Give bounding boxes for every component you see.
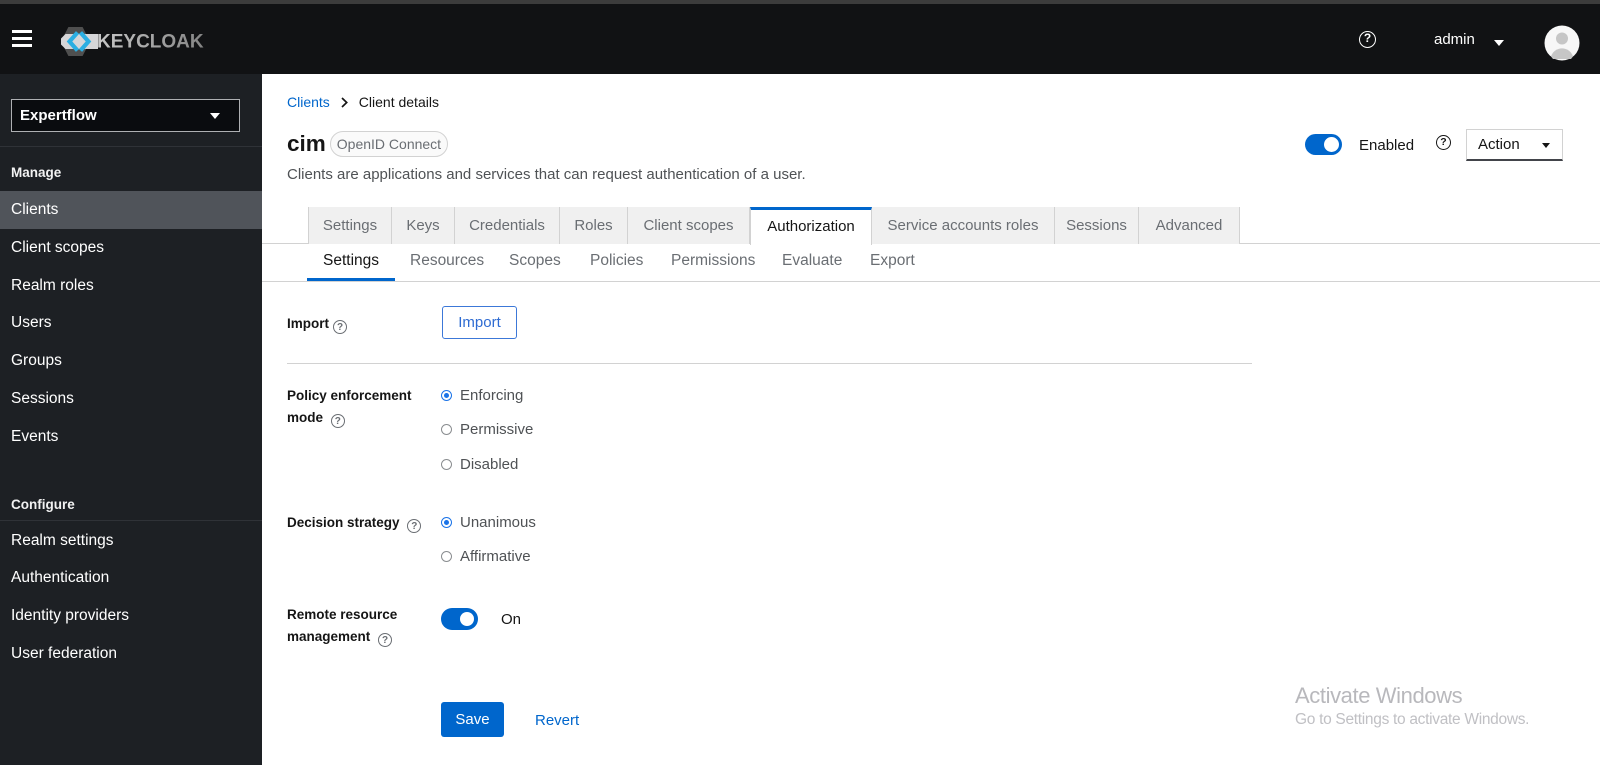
svg-text:KEYCLOAK: KEYCLOAK	[97, 32, 204, 53]
